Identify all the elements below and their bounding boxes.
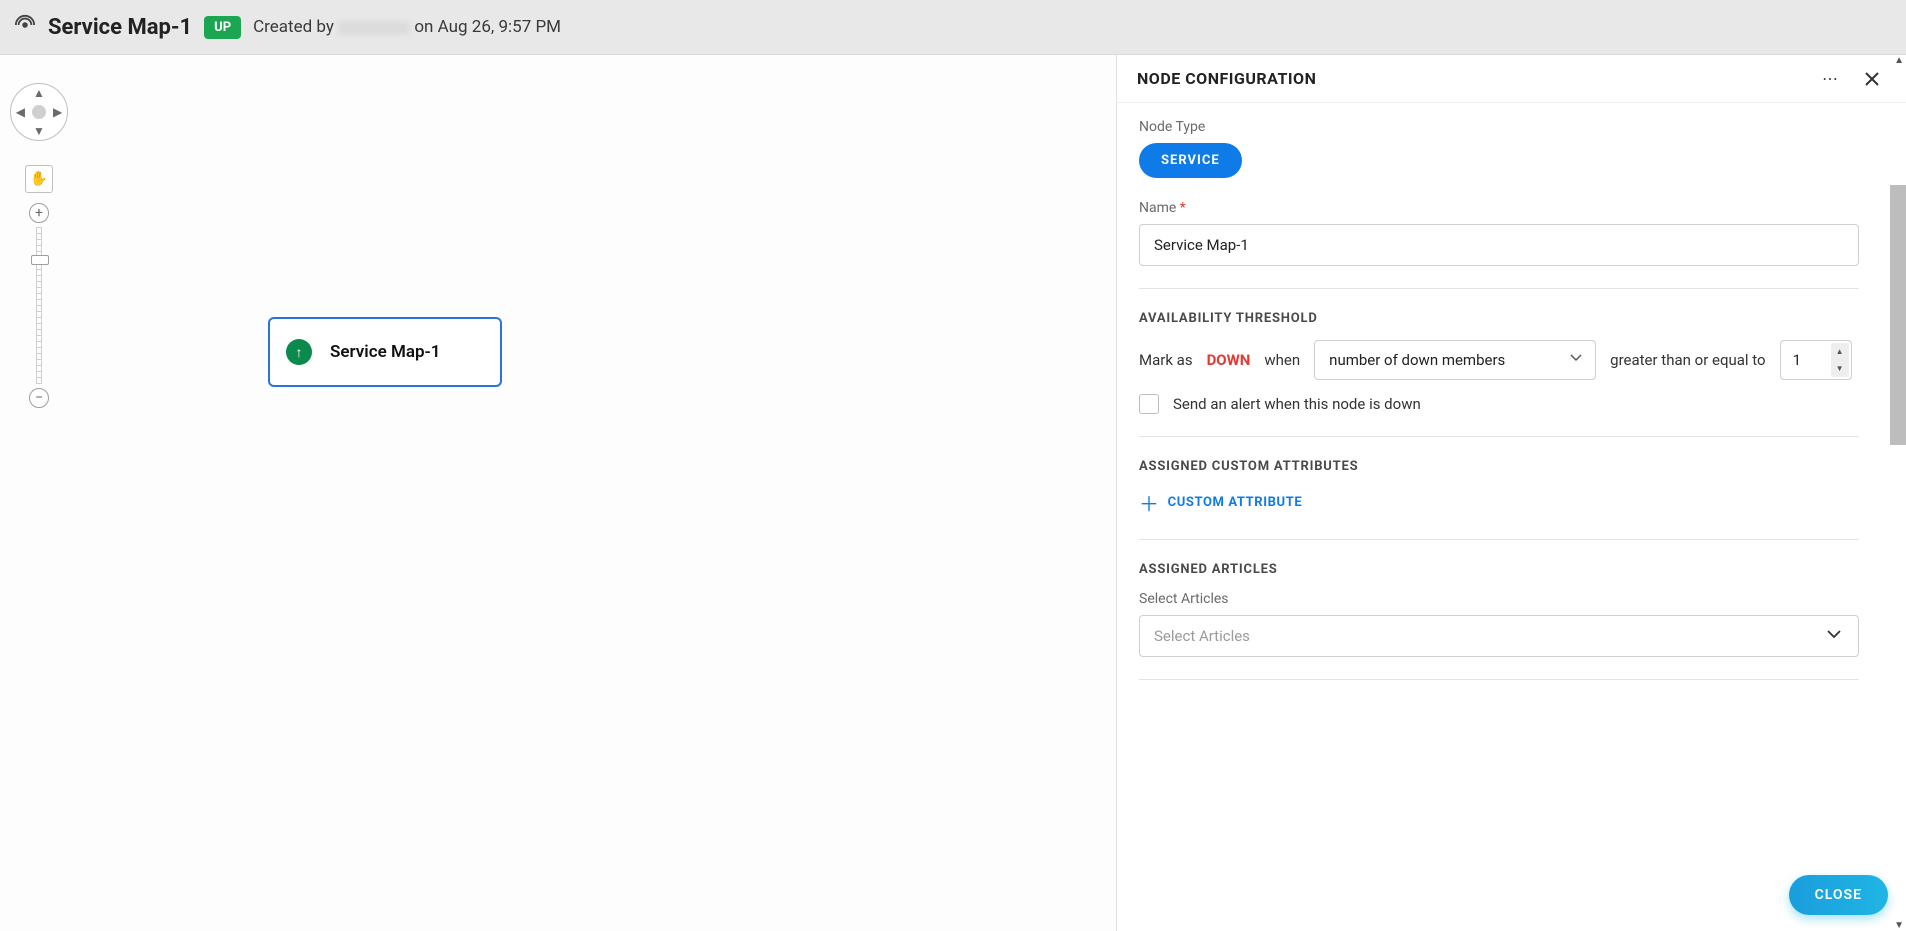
created-suffix: on Aug 26, 9:57 PM <box>414 17 561 37</box>
gte-text: greater than or equal to <box>1610 351 1765 369</box>
threshold-row: Mark as DOWN when number of down members… <box>1139 340 1884 380</box>
panel-body: Node Type SERVICE Name * AVAILABILITY TH… <box>1117 103 1906 931</box>
alert-checkbox-label: Send an alert when this node is down <box>1173 395 1421 413</box>
divider <box>1139 436 1859 437</box>
zoom-rail[interactable] <box>36 227 42 384</box>
zoom-out-button[interactable]: − <box>29 388 49 408</box>
hand-tool-button[interactable]: ✋ <box>25 165 53 193</box>
service-node[interactable]: ↑ Service Map-1 <box>268 317 502 387</box>
name-input[interactable] <box>1139 224 1859 266</box>
pan-center-icon[interactable] <box>32 105 46 119</box>
add-custom-attribute-button[interactable]: ＋ CUSTOM ATTRIBUTE <box>1139 488 1302 517</box>
status-badge: UP <box>204 16 241 39</box>
node-type-service-pill[interactable]: SERVICE <box>1139 143 1242 178</box>
node-config-panel: NODE CONFIGURATION ⋯ Node Type SERVICE N… <box>1116 55 1906 931</box>
chevron-down-icon <box>1569 351 1583 369</box>
threshold-number-input[interactable]: 1 ▲ ▼ <box>1780 340 1852 380</box>
scroll-down-icon[interactable]: ▼ <box>1894 920 1904 931</box>
divider <box>1139 679 1859 680</box>
scrollbar-thumb[interactable] <box>1890 185 1906 445</box>
pan-up-icon[interactable]: ▲ <box>33 86 45 100</box>
alert-checkbox[interactable] <box>1139 394 1159 414</box>
page-title: Service Map-1 <box>48 15 192 40</box>
ellipsis-icon: ⋯ <box>1822 69 1838 88</box>
mark-as-text: Mark as <box>1139 351 1193 369</box>
availability-section-title: AVAILABILITY THRESHOLD <box>1139 311 1884 326</box>
threshold-condition-select[interactable]: number of down members <box>1314 340 1596 380</box>
node-type-label: Node Type <box>1139 119 1884 135</box>
when-text: when <box>1264 351 1300 369</box>
required-asterisk: * <box>1180 200 1186 216</box>
threshold-number-value: 1 <box>1793 351 1801 369</box>
created-by-text: Created by on Aug 26, 9:57 PM <box>253 17 561 37</box>
pan-right-icon[interactable]: ▶ <box>53 105 62 119</box>
articles-section-title: ASSIGNED ARTICLES <box>1139 562 1884 577</box>
pan-left-icon[interactable]: ◀ <box>16 105 25 119</box>
panel-header: NODE CONFIGURATION ⋯ <box>1117 55 1906 103</box>
close-button[interactable]: CLOSE <box>1789 875 1888 915</box>
plus-icon: ＋ <box>1139 488 1160 517</box>
arrow-up-icon: ↑ <box>296 344 303 361</box>
down-keyword: DOWN <box>1207 351 1251 369</box>
articles-select-placeholder: Select Articles <box>1154 627 1250 645</box>
name-field-label: Name * <box>1139 200 1884 216</box>
hand-icon: ✋ <box>30 171 47 187</box>
divider <box>1139 288 1859 289</box>
scroll-up-icon[interactable]: ▲ <box>1894 55 1904 66</box>
chevron-down-icon <box>1826 626 1842 646</box>
zoom-in-button[interactable]: + <box>29 203 49 223</box>
articles-field-label: Select Articles <box>1139 591 1884 607</box>
threshold-select-value: number of down members <box>1329 351 1505 369</box>
zoom-slider[interactable]: + − <box>28 203 50 408</box>
zoom-handle[interactable] <box>31 255 49 265</box>
alert-checkbox-row: Send an alert when this node is down <box>1139 394 1884 414</box>
divider <box>1139 539 1859 540</box>
custom-attributes-section-title: ASSIGNED CUSTOM ATTRIBUTES <box>1139 459 1884 474</box>
step-up-icon[interactable]: ▲ <box>1831 343 1849 360</box>
node-status-icon: ↑ <box>286 339 312 365</box>
close-panel-button[interactable] <box>1858 65 1886 93</box>
close-icon <box>1864 71 1880 87</box>
radar-icon <box>14 14 36 40</box>
step-down-icon[interactable]: ▼ <box>1831 360 1849 377</box>
page-header: Service Map-1 UP Created by on Aug 26, 9… <box>0 0 1906 55</box>
number-stepper[interactable]: ▲ ▼ <box>1831 343 1849 377</box>
more-options-button[interactable]: ⋯ <box>1816 65 1844 93</box>
name-label-text: Name <box>1139 200 1176 216</box>
articles-select[interactable]: Select Articles <box>1139 615 1859 657</box>
pan-control[interactable]: ▲ ◀ ▶ ▼ <box>10 83 68 141</box>
panel-title: NODE CONFIGURATION <box>1137 69 1802 88</box>
redacted-author <box>338 21 410 35</box>
pan-down-icon[interactable]: ▼ <box>33 124 45 138</box>
node-label: Service Map-1 <box>330 342 440 362</box>
add-custom-attribute-label: CUSTOM ATTRIBUTE <box>1168 495 1303 510</box>
created-prefix: Created by <box>253 17 334 37</box>
